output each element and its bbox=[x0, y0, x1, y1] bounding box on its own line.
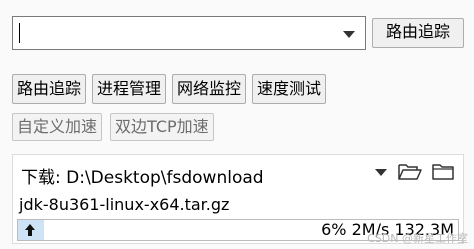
folder-open-icon[interactable] bbox=[397, 162, 423, 182]
toolbar-row-2: 自定义加速 双边TCP加速 bbox=[12, 113, 214, 141]
dual-tcp-acceleration-button[interactable]: 双边TCP加速 bbox=[110, 113, 214, 141]
trace-route-button-top[interactable]: 路由追踪 bbox=[372, 18, 464, 48]
process-manager-button[interactable]: 进程管理 bbox=[92, 74, 167, 104]
download-path-label: 下载: D:\Desktop\fsdownload bbox=[21, 168, 264, 188]
trace-route-button[interactable]: 路由追踪 bbox=[12, 74, 87, 104]
download-tools bbox=[375, 162, 455, 182]
network-monitor-button[interactable]: 网络监控 bbox=[172, 74, 247, 104]
chevron-down-icon[interactable] bbox=[343, 31, 355, 38]
toolbar-row-1: 路由追踪 进程管理 网络监控 速度测试 bbox=[12, 74, 327, 104]
arrow-up-icon[interactable] bbox=[22, 222, 38, 238]
speed-test-button[interactable]: 速度测试 bbox=[252, 74, 327, 104]
target-combobox[interactable] bbox=[12, 16, 366, 50]
watermark: CSDN @新星工作室 bbox=[367, 232, 468, 245]
download-file-name: jdk-8u361-linux-x64.tar.gz bbox=[19, 195, 230, 214]
custom-acceleration-button[interactable]: 自定义加速 bbox=[12, 113, 103, 141]
text-caret bbox=[19, 23, 20, 43]
app-window: 路由追踪 路由追踪 进程管理 网络监控 速度测试 自定义加速 双边TCP加速 下… bbox=[0, 0, 474, 249]
chevron-down-icon[interactable] bbox=[375, 168, 387, 176]
folder-icon[interactable] bbox=[431, 162, 455, 182]
